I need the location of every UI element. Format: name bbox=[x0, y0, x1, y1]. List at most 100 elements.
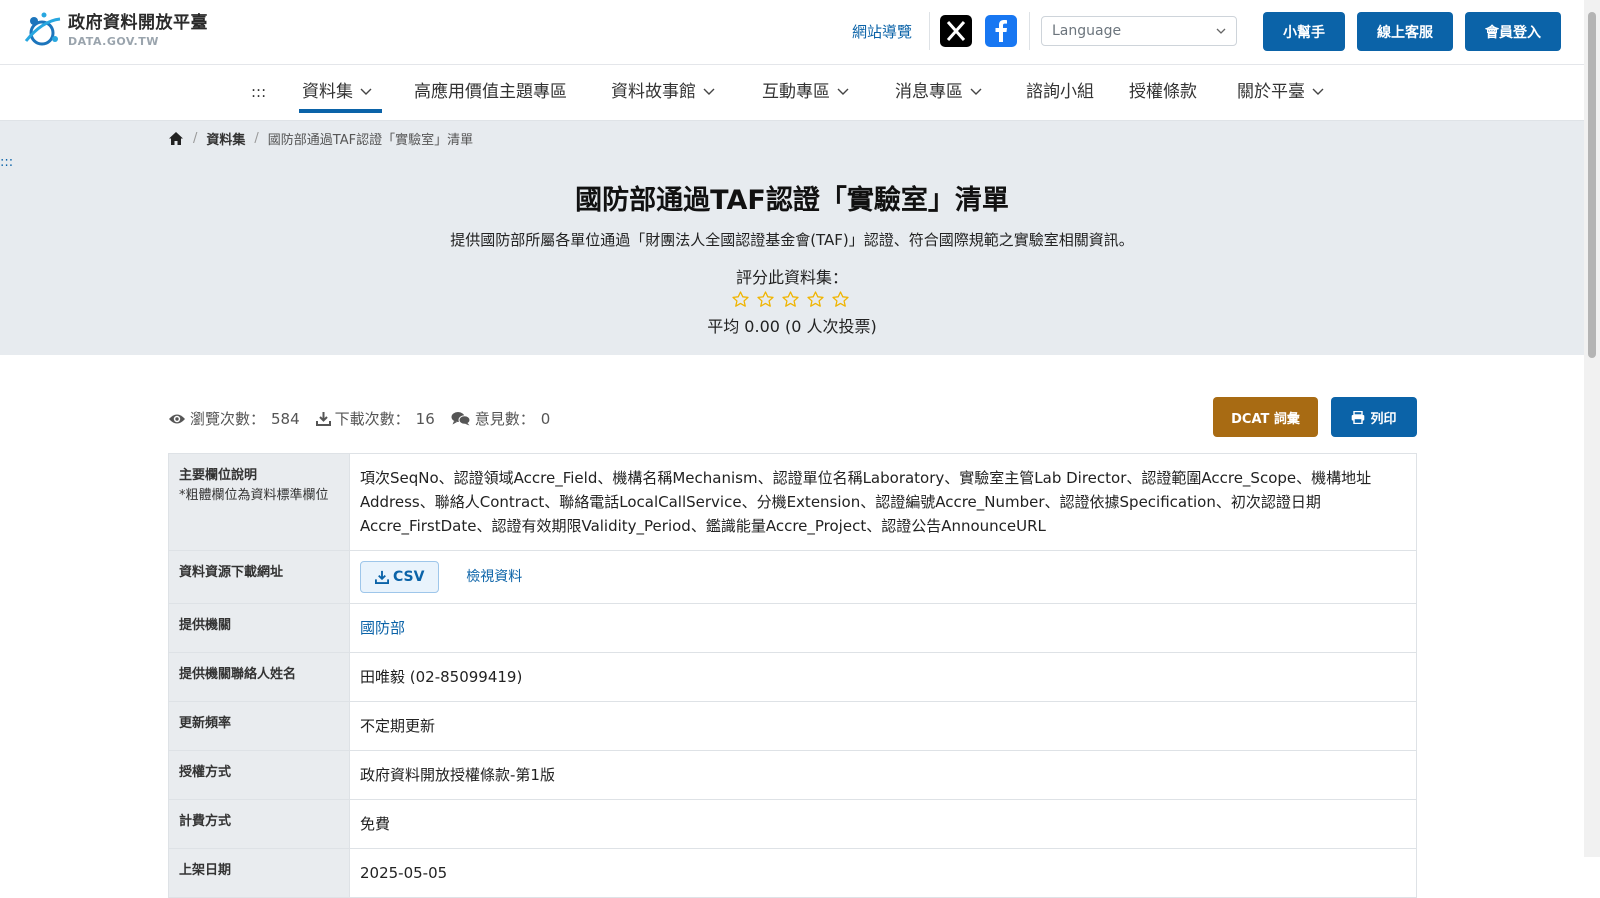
chevron-down-icon bbox=[837, 88, 849, 95]
member-login-button[interactable]: 會員登入 bbox=[1465, 12, 1561, 51]
download-cell: CSV 檢視資料 bbox=[349, 550, 1417, 604]
table-row: 提供機關 國防部 bbox=[168, 603, 1417, 653]
chevron-down-icon bbox=[1312, 88, 1324, 95]
table-row: 計費方式 免費 bbox=[168, 799, 1417, 849]
rating-average: 平均 0.00 (0 人次投票) bbox=[707, 317, 877, 336]
breadcrumb-separator: / bbox=[254, 131, 259, 146]
page-title: 國防部通過TAF認證「實驗室」清單 bbox=[575, 185, 1009, 216]
scrollbar-thumb[interactable] bbox=[1588, 12, 1596, 358]
view-data-link[interactable]: 檢視資料 bbox=[466, 569, 522, 585]
chevron-down-icon bbox=[703, 88, 715, 95]
chevron-down-icon bbox=[360, 88, 372, 95]
divider bbox=[1029, 12, 1030, 50]
star-icon[interactable] bbox=[731, 290, 750, 309]
table-row: 授權方式 政府資料開放授權條款-第1版 bbox=[168, 750, 1417, 800]
license-value: 政府資料開放授權條款-第1版 bbox=[349, 750, 1417, 800]
nav-item-label: 資料集 bbox=[302, 82, 353, 102]
view-count: 瀏覽次數： 584 bbox=[168, 408, 300, 429]
csv-download-button[interactable]: CSV bbox=[360, 561, 440, 593]
agency-cell: 國防部 bbox=[349, 603, 1417, 653]
breadcrumb-separator: / bbox=[193, 131, 198, 146]
nav-item-news[interactable]: 消息專區 bbox=[895, 64, 983, 120]
nav-item-story[interactable]: 資料故事館 bbox=[611, 64, 716, 120]
download-count-value: 16 bbox=[415, 409, 435, 428]
nav-item-label: 授權條款 bbox=[1129, 82, 1197, 102]
nav-item-label: 資料故事館 bbox=[611, 82, 696, 102]
row-header: 授權方式 bbox=[168, 750, 350, 800]
download-icon bbox=[375, 570, 389, 584]
breadcrumb-datasets[interactable]: 資料集 bbox=[206, 129, 245, 148]
comment-count-label: 意見數： bbox=[474, 410, 535, 428]
nav-item-about[interactable]: 關於平臺 bbox=[1237, 64, 1325, 120]
star-icon[interactable] bbox=[781, 290, 800, 309]
breadcrumb: / 資料集 / 國防部通過TAF認證「實驗室」清單 bbox=[168, 129, 473, 148]
nav-item-label: 互動專區 bbox=[762, 82, 830, 102]
sitemap-link[interactable]: 網站導覽 bbox=[852, 21, 912, 42]
table-row: 更新頻率 不定期更新 bbox=[168, 701, 1417, 751]
comments-icon bbox=[451, 412, 471, 426]
site-logo[interactable]: 政府資料開放平臺 DATA.GOV.TW bbox=[22, 11, 208, 51]
comment-count-value: 0 bbox=[540, 409, 551, 428]
nav-item-label: 消息專區 bbox=[895, 82, 963, 102]
main-nav: ::: 資料集 高應用價值主題專區 資料故事館 互動專區 消息專區 諮詢小組 授… bbox=[0, 64, 1584, 121]
row-header: 提供機關 bbox=[168, 603, 350, 653]
online-support-button[interactable]: 線上客服 bbox=[1357, 12, 1453, 51]
dataset-stats: 瀏覽次數： 584 下載次數： 16 意見數： 0 bbox=[168, 408, 566, 429]
skip-content-anchor[interactable]: ::: bbox=[0, 155, 13, 170]
facebook-icon[interactable] bbox=[985, 15, 1017, 47]
fields-note: *粗體欄位為資料標準欄位 bbox=[179, 488, 329, 503]
home-icon[interactable] bbox=[168, 131, 184, 146]
logo-icon bbox=[24, 12, 61, 46]
language-select[interactable]: Language bbox=[1041, 16, 1237, 46]
star-icon[interactable] bbox=[806, 290, 825, 309]
fields-label: 主要欄位說明 bbox=[179, 468, 258, 483]
fee-value: 免費 bbox=[349, 799, 1417, 849]
row-header: 資料資源下載網址 bbox=[168, 550, 350, 604]
star-icon[interactable] bbox=[831, 290, 850, 309]
fields-value: 項次SeqNo、認證領域Accre_Field、機構名稱Mechanism、認證… bbox=[349, 453, 1417, 551]
divider bbox=[929, 12, 930, 50]
printer-icon bbox=[1352, 410, 1365, 424]
eye-icon bbox=[169, 414, 185, 423]
nav-item-advisory[interactable]: 諮詢小組 bbox=[1026, 64, 1094, 120]
table-row: 提供機關聯絡人姓名 田唯毅 (02-85099419) bbox=[168, 652, 1417, 702]
table-row: 主要欄位說明 *粗體欄位為資料標準欄位 項次SeqNo、認證領域Accre_Fi… bbox=[168, 453, 1417, 551]
agency-link[interactable]: 國防部 bbox=[360, 619, 405, 637]
row-header: 更新頻率 bbox=[168, 701, 350, 751]
csv-label: CSV bbox=[393, 569, 425, 585]
row-header: 計費方式 bbox=[168, 799, 350, 849]
dataset-description: 提供國防部所屬各單位通過「財團法人全國認證基金會(TAF)」認證、符合國際規範之… bbox=[450, 231, 1134, 249]
rating-label: 評分此資料集： bbox=[735, 268, 848, 287]
view-count-value: 584 bbox=[271, 409, 300, 428]
top-bar: 政府資料開放平臺 DATA.GOV.TW 網站導覽 Language 小幫手 線… bbox=[0, 0, 1584, 65]
nav-item-license[interactable]: 授權條款 bbox=[1129, 64, 1197, 120]
nav-item-label: 高應用價值主題專區 bbox=[414, 82, 567, 102]
x-twitter-icon[interactable] bbox=[940, 15, 972, 47]
skip-nav-anchor[interactable]: ::: bbox=[251, 64, 266, 120]
dcat-button[interactable]: DCAT 詞彙 bbox=[1213, 397, 1318, 437]
nav-item-label: 關於平臺 bbox=[1237, 82, 1305, 102]
print-button[interactable]: 列印 bbox=[1331, 397, 1417, 437]
nav-item-high-value[interactable]: 高應用價值主題專區 bbox=[414, 64, 567, 120]
chevron-down-icon bbox=[1216, 28, 1226, 34]
dataset-info-table: 主要欄位說明 *粗體欄位為資料標準欄位 項次SeqNo、認證領域Accre_Fi… bbox=[168, 453, 1417, 898]
row-header: 上架日期 bbox=[168, 848, 350, 898]
frequency-value: 不定期更新 bbox=[349, 701, 1417, 751]
helper-button[interactable]: 小幫手 bbox=[1263, 12, 1345, 51]
table-row: 資料資源下載網址 CSV 檢視資料 bbox=[168, 550, 1417, 604]
star-icon[interactable] bbox=[756, 290, 775, 309]
comment-count: 意見數： 0 bbox=[451, 408, 551, 429]
contact-value: 田唯毅 (02-85099419) bbox=[349, 652, 1417, 702]
download-icon bbox=[315, 412, 331, 426]
logo-subtitle: DATA.GOV.TW bbox=[68, 35, 159, 48]
nav-item-label: 諮詢小組 bbox=[1026, 82, 1094, 102]
row-header: 主要欄位說明 *粗體欄位為資料標準欄位 bbox=[168, 453, 350, 551]
print-button-label: 列印 bbox=[1370, 411, 1397, 427]
table-row: 上架日期 2025-05-05 bbox=[168, 848, 1417, 898]
logo-title: 政府資料開放平臺 bbox=[68, 13, 208, 33]
rating-stars bbox=[731, 290, 850, 309]
chevron-down-icon bbox=[970, 88, 982, 95]
nav-active-indicator bbox=[299, 109, 382, 113]
nav-item-interactive[interactable]: 互動專區 bbox=[762, 64, 850, 120]
language-select-value: Language bbox=[1052, 23, 1122, 39]
